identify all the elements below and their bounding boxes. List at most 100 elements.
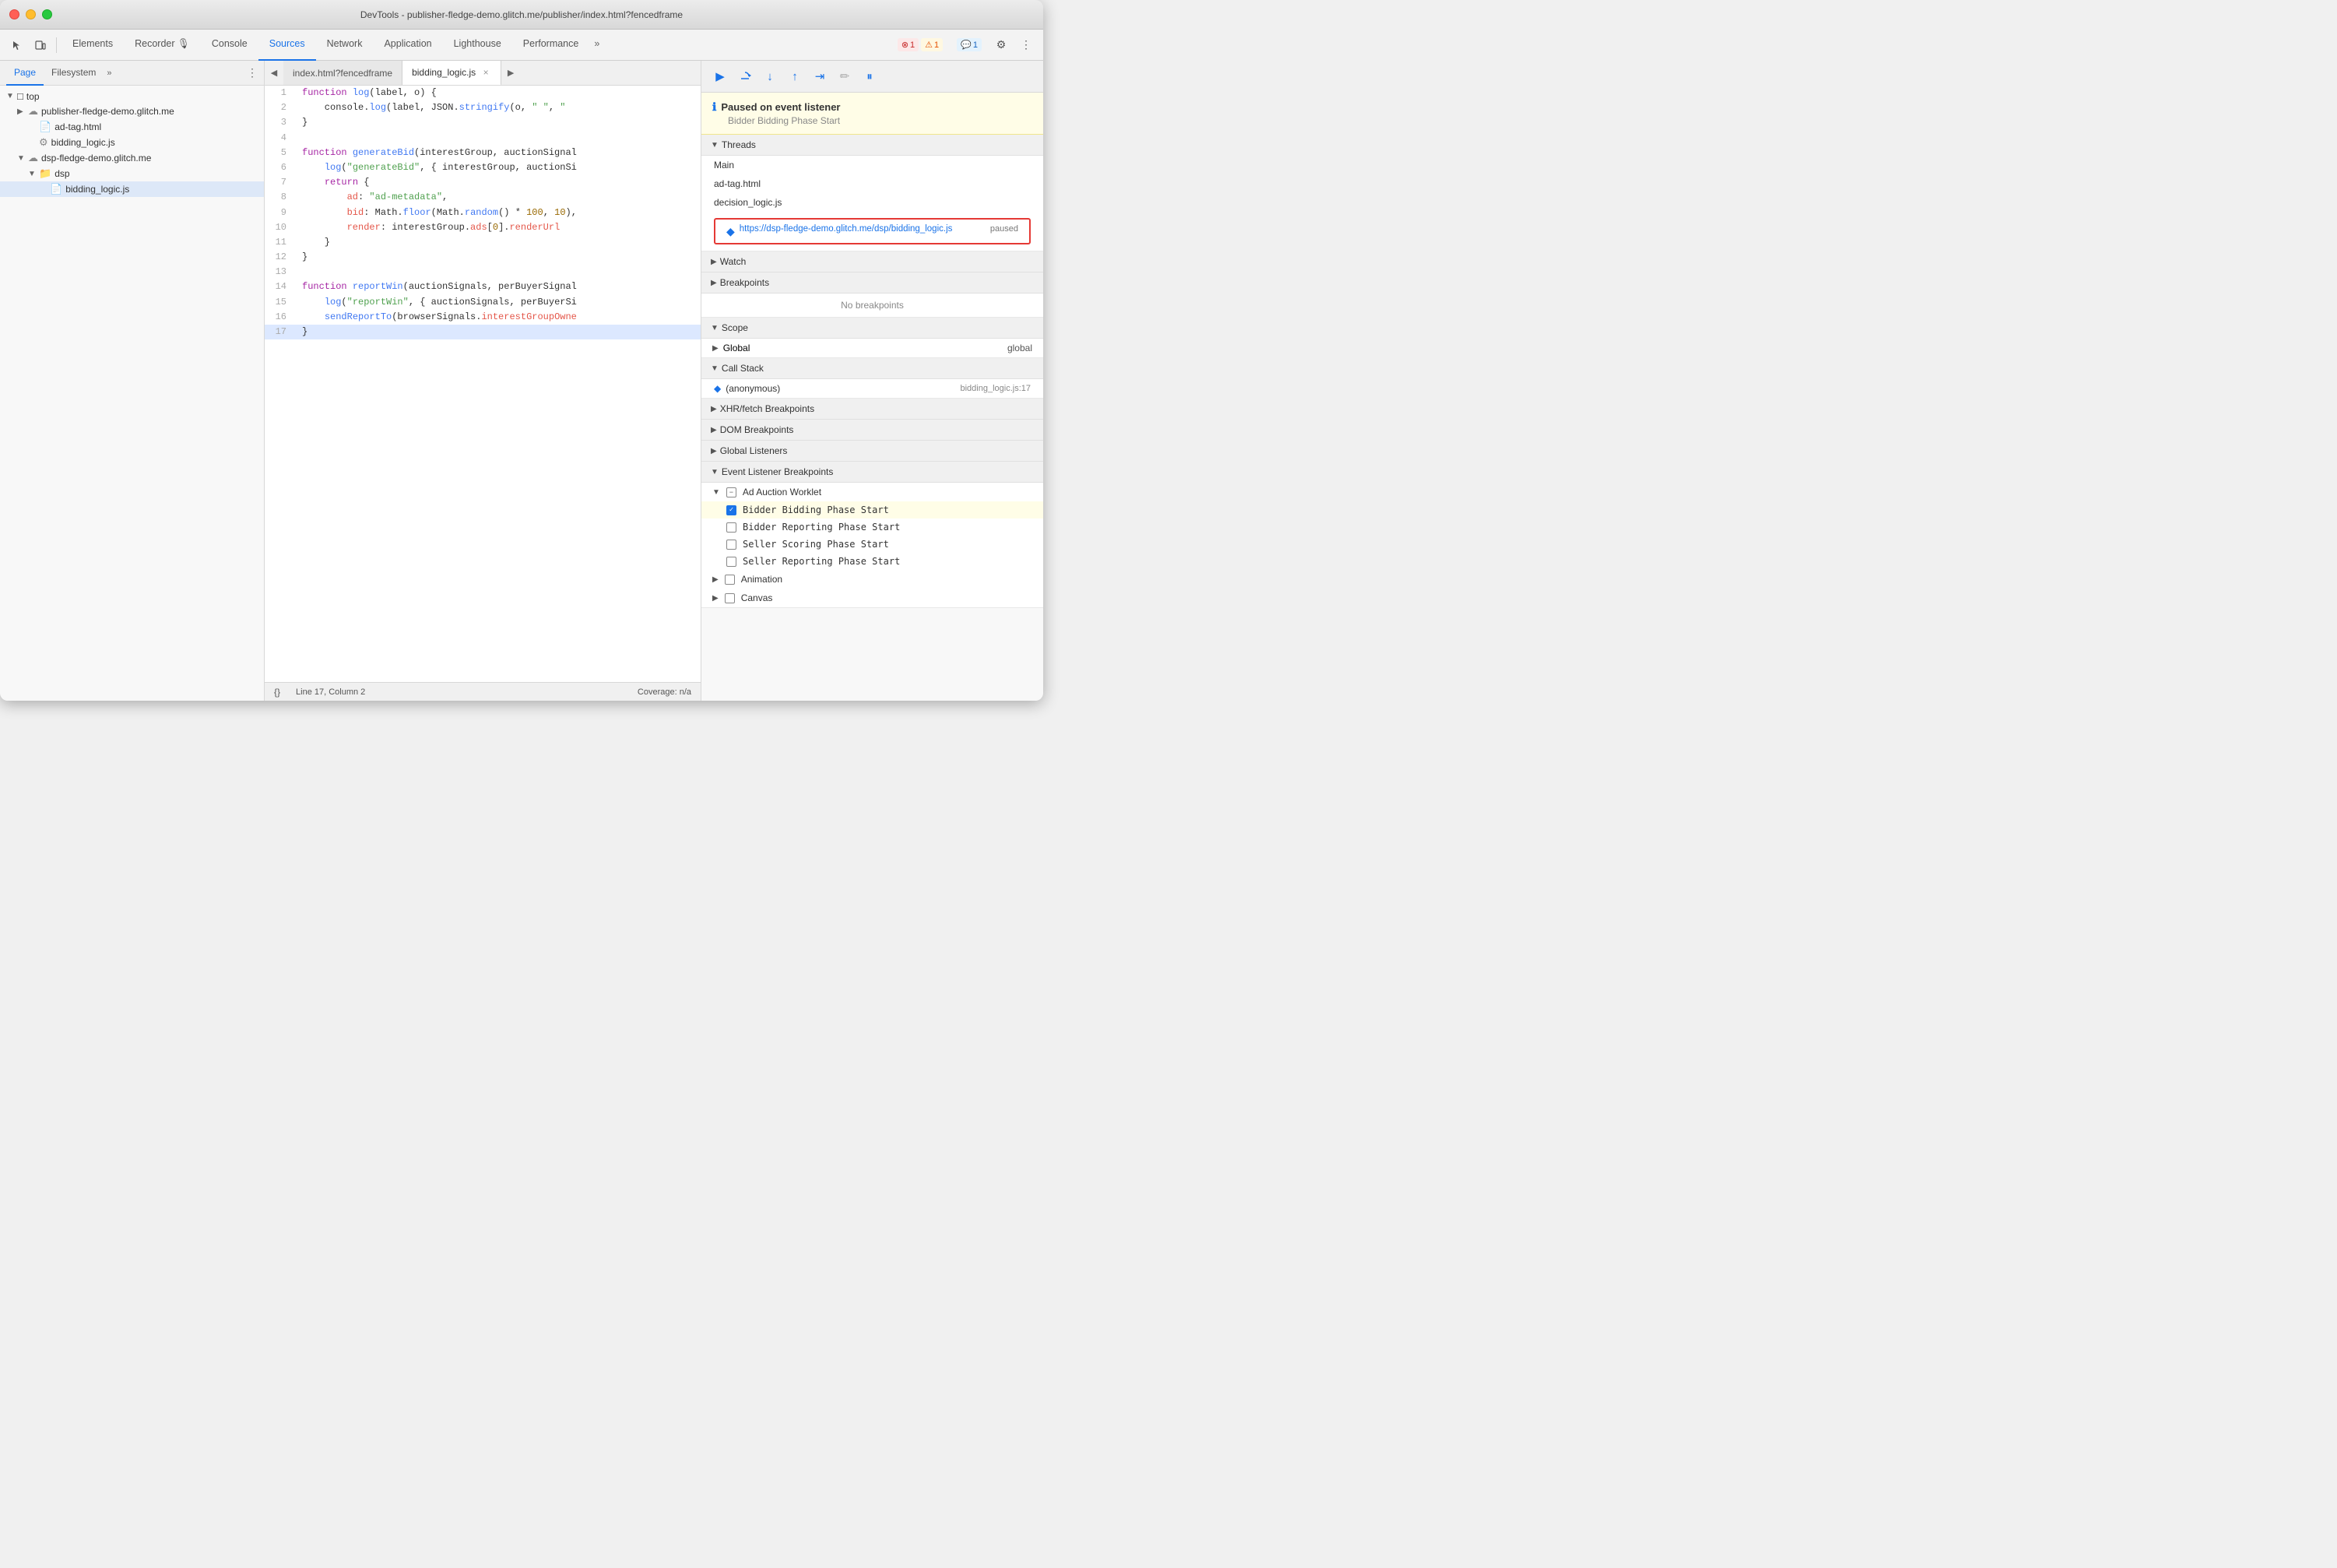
cursor-icon-btn[interactable]: [6, 34, 28, 56]
dom-breakpoints-header[interactable]: ▶ DOM Breakpoints: [701, 420, 1043, 441]
code-line-17: 17 }: [265, 325, 701, 339]
ad-auction-category[interactable]: ▼ − Ad Auction Worklet: [701, 483, 1043, 501]
event-listener-breakpoints-header[interactable]: ▼ Event Listener Breakpoints: [701, 462, 1043, 483]
tree-bidding-gear[interactable]: ▶ ⚙ bidding_logic.js: [0, 135, 264, 150]
editor-tab-index[interactable]: index.html?fencedframe: [283, 61, 402, 86]
editor-tab-next[interactable]: ▶: [501, 61, 520, 86]
step-into-btn[interactable]: ↓: [759, 65, 781, 87]
call-stack-anon[interactable]: ◆ (anonymous) bidding_logic.js:17: [701, 379, 1043, 398]
editor-tab-bidding[interactable]: bidding_logic.js ×: [402, 61, 501, 86]
device-toolbar-btn[interactable]: [30, 34, 51, 56]
tab-lighthouse[interactable]: Lighthouse: [443, 30, 512, 61]
tab-performance[interactable]: Performance: [512, 30, 590, 61]
step-over-btn[interactable]: [734, 65, 756, 87]
tree-publisher[interactable]: ▶ ☁ publisher-fledge-demo.glitch.me: [0, 104, 264, 119]
more-tools-btn[interactable]: ⋮: [1015, 34, 1037, 56]
gear-file-icon: ⚙: [39, 136, 48, 149]
breakpoints-header[interactable]: ▶ Breakpoints: [701, 272, 1043, 294]
code-line-10: 10 render: interestGroup.ads[0].renderUr…: [265, 220, 701, 235]
tab-network[interactable]: Network: [316, 30, 374, 61]
settings-btn[interactable]: ⚙: [990, 34, 1012, 56]
thread-active[interactable]: ◆ https://dsp-fledge-demo.glitch.me/dsp/…: [714, 218, 1031, 244]
tab-page[interactable]: Page: [6, 61, 44, 86]
js-file-icon: 📄: [50, 183, 62, 195]
resume-btn[interactable]: ▶: [709, 65, 731, 87]
coverage-status: Coverage: n/a: [638, 687, 691, 697]
watch-header[interactable]: ▶ Watch: [701, 251, 1043, 272]
xhr-breakpoints-header[interactable]: ▶ XHR/fetch Breakpoints: [701, 399, 1043, 420]
call-stack-header[interactable]: ▼ Call Stack: [701, 358, 1043, 379]
tab-filesystem[interactable]: Filesystem: [44, 61, 104, 86]
call-stack-loc: bidding_logic.js:17: [960, 384, 1031, 393]
tab-application[interactable]: Application: [373, 30, 442, 61]
thread-adtag[interactable]: ad-tag.html: [701, 174, 1043, 193]
pause-on-exception-btn[interactable]: ⏸: [859, 65, 880, 87]
seller-reporting-checkbox[interactable]: [726, 557, 736, 567]
panel-tabs-more[interactable]: »: [107, 69, 111, 78]
tree-dsp-fledge[interactable]: ▼ ☁ dsp-fledge-demo.glitch.me: [0, 150, 264, 166]
tab-elements[interactable]: Elements: [62, 30, 124, 61]
step-out-btn[interactable]: ↑: [784, 65, 806, 87]
file-tree: ▼ □ top ▶ ☁ publisher-fledge-demo.glitch…: [0, 86, 264, 701]
editor-tab-close[interactable]: ×: [480, 67, 491, 78]
minimize-button[interactable]: [26, 9, 36, 19]
format-btn[interactable]: {}: [274, 687, 280, 698]
ad-auction-checkbox[interactable]: −: [726, 487, 736, 497]
tab-more[interactable]: »: [589, 30, 604, 61]
seller-scoring-checkbox[interactable]: [726, 540, 736, 550]
threads-arrow: ▼: [711, 141, 719, 149]
code-area[interactable]: 1 function log(label, o) { 2 console.log…: [265, 86, 701, 682]
animation-category[interactable]: ▶ Animation: [701, 570, 1043, 589]
code-table: 1 function log(label, o) { 2 console.log…: [265, 86, 701, 339]
code-line-3: 3 }: [265, 115, 701, 130]
seller-scoring-item: Seller Scoring Phase Start: [701, 536, 1043, 553]
code-line-14: 14 function reportWin(auctionSignals, pe…: [265, 279, 701, 294]
window-title: DevTools - publisher-fledge-demo.glitch.…: [360, 9, 683, 20]
toolbar-right: ⊗ 1 ⚠ 1 💬 1 ⚙ ⋮: [892, 34, 1037, 56]
bidder-reporting-checkbox[interactable]: [726, 522, 736, 533]
watch-arrow: ▶: [711, 258, 717, 266]
code-line-12: 12 }: [265, 250, 701, 265]
close-button[interactable]: [9, 9, 19, 19]
bidder-bidding-checkbox[interactable]: [726, 505, 736, 515]
deactivate-btn[interactable]: ✏: [834, 65, 856, 87]
event-listener-breakpoints-content: ▼ − Ad Auction Worklet Bidder Bidding Ph…: [701, 483, 1043, 608]
scope-global-item[interactable]: ▶ Global global: [701, 339, 1043, 357]
tab-console[interactable]: Console: [201, 30, 258, 61]
devtools-window: DevTools - publisher-fledge-demo.glitch.…: [0, 0, 1043, 701]
event-listener-arrow: ▼: [711, 468, 719, 476]
info-badge-btn[interactable]: 💬 1: [951, 36, 987, 54]
editor-tab-prev[interactable]: ◀: [265, 61, 283, 86]
code-line-2: 2 console.log(label, JSON.stringify(o, "…: [265, 100, 701, 115]
code-line-6: 6 log("generateBid", { interestGroup, au…: [265, 160, 701, 175]
code-line-4: 4: [265, 131, 701, 146]
tree-dsp-folder[interactable]: ▼ 📁 dsp: [0, 166, 264, 181]
right-panel: ▶ ↓ ↑ ⇥ ✏ ⏸ ℹ Paused on event: [701, 61, 1043, 701]
thread-decision[interactable]: decision_logic.js: [701, 193, 1043, 212]
threads-header[interactable]: ▼ Threads: [701, 135, 1043, 156]
step-btn[interactable]: ⇥: [809, 65, 831, 87]
no-breakpoints-label: No breakpoints: [701, 294, 1043, 317]
animation-checkbox[interactable]: [725, 575, 735, 585]
scope-header[interactable]: ▼ Scope: [701, 318, 1043, 339]
maximize-button[interactable]: [42, 9, 52, 19]
active-thread-url: https://dsp-fledge-demo.glitch.me/dsp/bi…: [740, 224, 984, 234]
middle-panel: ◀ index.html?fencedframe bidding_logic.j…: [265, 61, 701, 701]
debug-toolbar: ▶ ↓ ↑ ⇥ ✏ ⏸: [701, 61, 1043, 93]
thread-main[interactable]: Main: [701, 156, 1043, 174]
canvas-checkbox[interactable]: [725, 593, 735, 603]
tree-arrow-top: ▼: [6, 92, 17, 100]
tab-recorder[interactable]: Recorder 🎙: [124, 30, 201, 61]
panel-menu-btn[interactable]: ⋮: [247, 66, 258, 79]
canvas-section[interactable]: ▶ Canvas: [701, 589, 1043, 607]
error-badge-btn[interactable]: ⊗ 1 ⚠ 1: [892, 36, 948, 54]
info-icon: ℹ: [712, 100, 716, 114]
code-line-1: 1 function log(label, o) {: [265, 86, 701, 100]
scope-global-arrow: ▶: [712, 344, 719, 353]
tab-sources[interactable]: Sources: [258, 30, 316, 61]
tree-top[interactable]: ▼ □ top: [0, 89, 264, 104]
global-listeners-header[interactable]: ▶ Global Listeners: [701, 441, 1043, 462]
tree-bidding-js[interactable]: ▶ 📄 bidding_logic.js: [0, 181, 264, 197]
tree-adtag[interactable]: ▶ 📄 ad-tag.html: [0, 119, 264, 135]
breakpoints-content: No breakpoints: [701, 294, 1043, 318]
